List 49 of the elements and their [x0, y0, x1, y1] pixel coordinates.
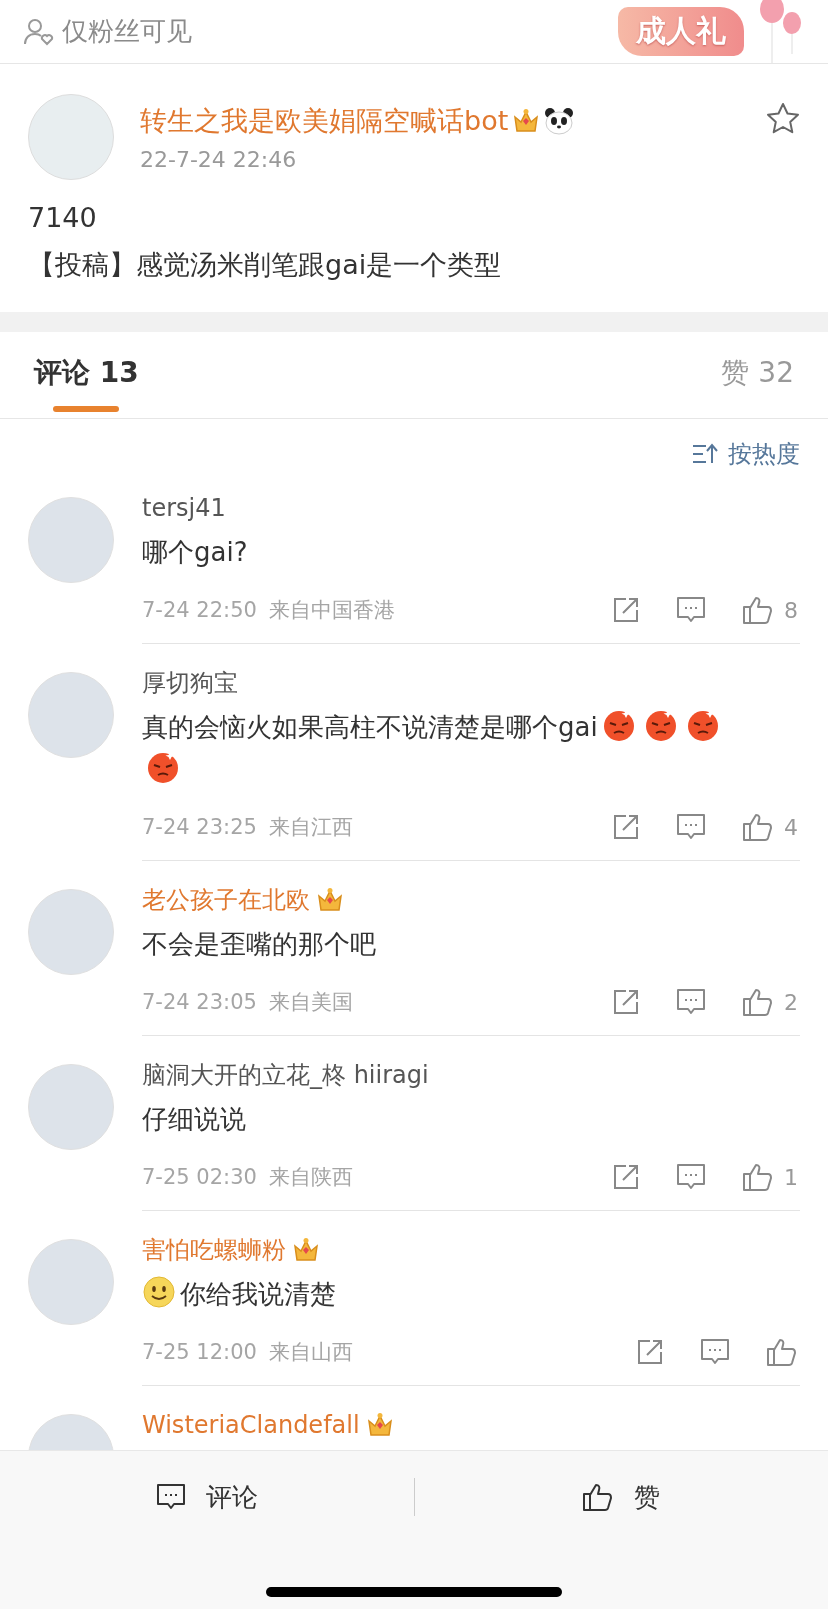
- comment-location: 来自美国: [268, 989, 353, 1016]
- crown-badge-icon: [365, 1412, 394, 1438]
- comment-time: 7-25 12:00: [142, 1340, 257, 1364]
- commenter-name[interactable]: tersj41: [142, 494, 226, 522]
- angry-emoji-icon: [146, 750, 180, 784]
- like-icon[interactable]: [582, 1482, 615, 1512]
- comment-button[interactable]: 评论: [0, 1478, 414, 1516]
- comment-location: 来自陕西: [268, 1164, 353, 1191]
- sort-icon[interactable]: [692, 443, 718, 465]
- post-time: 22-7-24 22:46: [140, 146, 298, 172]
- post-text: 【投稿】感觉汤米削笔跟gai是一个类型: [28, 248, 503, 282]
- comment-text: 真的会恼火如果高柱不说清楚是哪个gai: [142, 712, 598, 742]
- crown-badge-icon: [316, 887, 344, 913]
- fans-only-icon: [24, 17, 54, 46]
- comment-location: 来自江西: [268, 814, 353, 841]
- share-icon[interactable]: [636, 1338, 664, 1366]
- like-count: 4: [784, 814, 798, 840]
- comment-location: 来自中国香港: [268, 597, 395, 624]
- share-icon[interactable]: [612, 988, 640, 1016]
- angry-emoji-icon: [601, 708, 636, 742]
- comment-time: 7-25 02:30: [142, 1165, 257, 1189]
- like-count: 8: [784, 597, 798, 623]
- comment-icon[interactable]: [155, 1483, 186, 1511]
- comments-tab[interactable]: 评论 13: [28, 332, 145, 413]
- smile-emoji-icon: [142, 1275, 176, 1309]
- share-icon[interactable]: [612, 813, 640, 841]
- sort-button[interactable]: 按热度: [728, 438, 800, 470]
- comment-text: 哪个gai?: [142, 537, 248, 567]
- comment-time: 7-24 23:25: [142, 815, 257, 839]
- star-icon[interactable]: [766, 102, 800, 134]
- comment-text: 仔细说说: [142, 1104, 246, 1134]
- like-count: 2: [784, 989, 798, 1015]
- comment-time: 7-24 23:05: [142, 990, 257, 1014]
- like-button[interactable]: 赞: [414, 1478, 828, 1516]
- crown-badge-icon: [512, 107, 541, 134]
- comment-location: 来自山西: [268, 1339, 353, 1366]
- crown-badge-icon: [292, 1237, 320, 1263]
- share-icon[interactable]: [612, 1163, 640, 1191]
- comment-text: 不会是歪嘴的那个吧: [142, 929, 376, 959]
- like-count: 1: [784, 1164, 798, 1190]
- visibility-label: 仅粉丝可见: [62, 15, 192, 48]
- angry-emoji-icon: [643, 708, 678, 742]
- share-icon[interactable]: [612, 596, 640, 624]
- comment-time: 7-24 22:50: [142, 598, 257, 622]
- commenter-name[interactable]: 厚切狗宝: [142, 667, 238, 699]
- comment-text: 你给我说清楚: [180, 1279, 336, 1309]
- angry-emoji-icon: [685, 708, 720, 742]
- post-text: 7140: [28, 201, 98, 235]
- commenter-name[interactable]: 脑洞大开的立花_柊 hiiragi: [142, 1059, 429, 1091]
